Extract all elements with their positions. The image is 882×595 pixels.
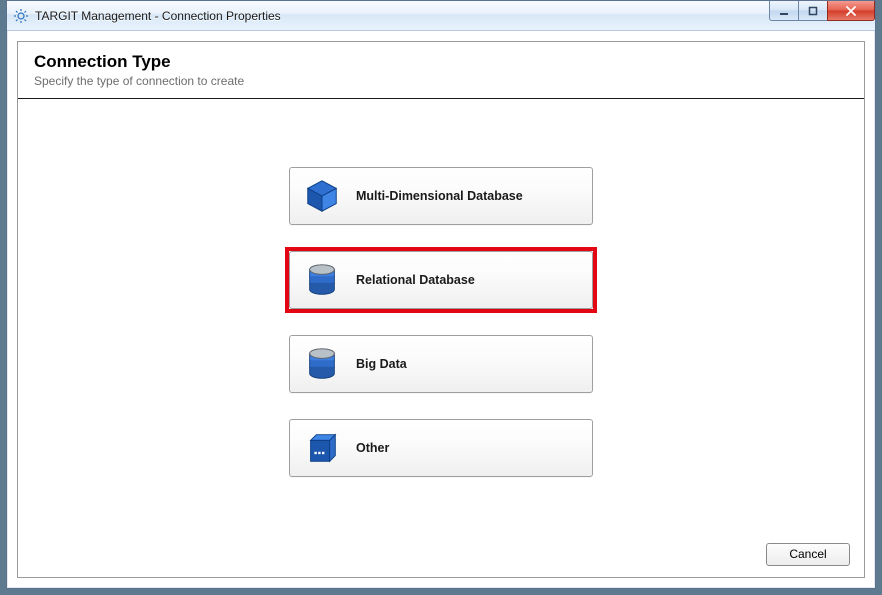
option-label: Relational Database — [356, 273, 475, 287]
page-subtitle: Specify the type of connection to create — [34, 74, 848, 88]
window-controls — [770, 1, 875, 21]
cancel-button-label: Cancel — [789, 547, 826, 561]
option-big-data[interactable]: Big Data — [289, 335, 593, 393]
header-block: Connection Type Specify the type of conn… — [18, 42, 864, 99]
database-big-icon — [302, 344, 342, 384]
option-relational-database[interactable]: Relational Database — [289, 251, 593, 309]
box-other-icon — [302, 428, 342, 468]
cancel-button[interactable]: Cancel — [766, 543, 850, 566]
maximize-button[interactable] — [798, 1, 828, 21]
options-area: Multi-Dimensional Database — [18, 99, 864, 531]
dialog-window: TARGIT Management - Connection Propertie… — [6, 0, 876, 589]
option-label: Multi-Dimensional Database — [356, 189, 523, 203]
titlebar[interactable]: TARGIT Management - Connection Propertie… — [7, 1, 875, 31]
option-label: Big Data — [356, 357, 407, 371]
option-wrap-relational: Relational Database — [285, 247, 597, 313]
option-wrap-other: Other — [285, 415, 597, 481]
option-wrap-big-data: Big Data — [285, 331, 597, 397]
close-button[interactable] — [827, 1, 875, 21]
content-panel: Connection Type Specify the type of conn… — [17, 41, 865, 578]
minimize-button[interactable] — [769, 1, 799, 21]
option-label: Other — [356, 441, 389, 455]
cube-icon — [302, 176, 342, 216]
footer: Cancel — [18, 531, 864, 577]
database-icon — [302, 260, 342, 300]
option-other[interactable]: Other — [289, 419, 593, 477]
window-title: TARGIT Management - Connection Propertie… — [35, 9, 281, 23]
option-multi-dimensional-database[interactable]: Multi-Dimensional Database — [289, 167, 593, 225]
option-wrap-multi-dimensional: Multi-Dimensional Database — [285, 163, 597, 229]
page-title: Connection Type — [34, 52, 848, 72]
app-gear-icon — [13, 8, 29, 24]
